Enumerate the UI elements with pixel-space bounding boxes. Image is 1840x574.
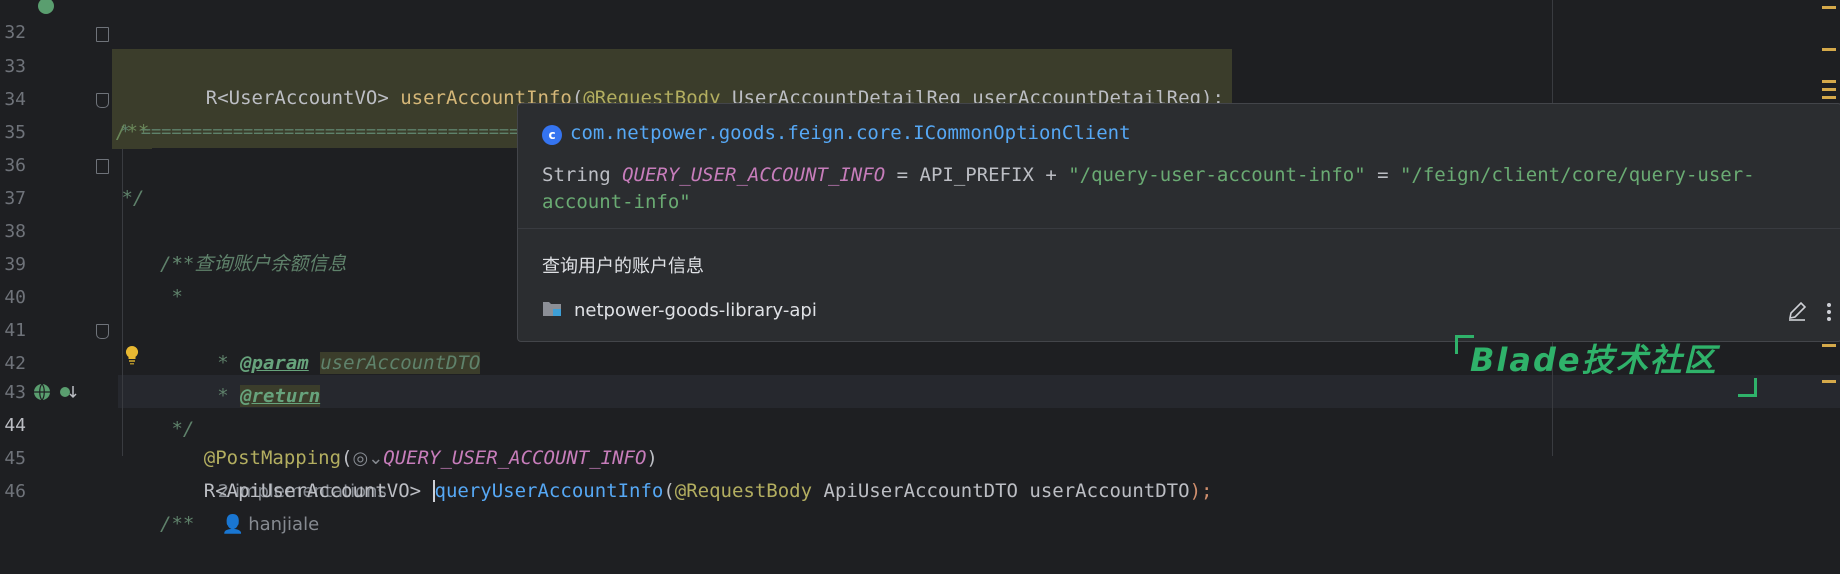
fold-icon[interactable]: [96, 324, 109, 339]
fold-icon[interactable]: [96, 159, 109, 174]
implemented-arrow-icon[interactable]: [58, 382, 78, 402]
watermark-bracket: [1738, 378, 1757, 397]
code-line-32[interactable]: 32 R<UserAccountVO> userAccountInfo(@Req…: [0, 0, 1840, 148]
edit-icon[interactable]: [1786, 300, 1808, 322]
watermark: Blade技术社区: [1470, 341, 1718, 379]
method-name[interactable]: queryUserAccountInfo: [432, 480, 664, 502]
scroll-marker: [1822, 48, 1836, 51]
doc-description: 查询用户的账户信息: [542, 256, 704, 277]
class-link[interactable]: com.netpower.goods.feign.core.ICommonOpt…: [570, 122, 1131, 144]
scroll-marker: [1822, 80, 1836, 83]
implemented-icon[interactable]: [36, 0, 56, 16]
constant-signature: String QUERY_USER_ACCOUNT_INFO = API_PRE…: [542, 164, 1755, 213]
divider: [518, 228, 1840, 229]
line-number: 46: [4, 481, 26, 502]
folder-icon: [543, 302, 561, 316]
scroll-marker: [1822, 344, 1836, 347]
scroll-marker: [1822, 96, 1836, 99]
more-icon[interactable]: [1826, 302, 1832, 322]
code-line-45[interactable]: 45: [0, 409, 1840, 469]
lightbulb-icon[interactable]: [124, 345, 140, 365]
scroll-marker: [1822, 380, 1836, 383]
fold-icon[interactable]: [96, 27, 109, 42]
code-line-33[interactable]: 33 /**: [0, 17, 1840, 149]
class-icon: c: [542, 125, 562, 145]
code-line-34[interactable]: 34 * ===================================…: [0, 50, 1840, 142]
endpoint-globe-icon[interactable]: [32, 382, 52, 402]
scroll-marker: [1822, 88, 1836, 91]
fold-icon[interactable]: [96, 93, 109, 108]
quick-documentation-popup[interactable]: c com.netpower.goods.feign.core.ICommonO…: [517, 103, 1840, 342]
code-line-46[interactable]: 46 /**: [0, 442, 1840, 535]
module-name: netpower-goods-library-api: [574, 300, 817, 321]
scroll-marker: [1822, 6, 1836, 9]
